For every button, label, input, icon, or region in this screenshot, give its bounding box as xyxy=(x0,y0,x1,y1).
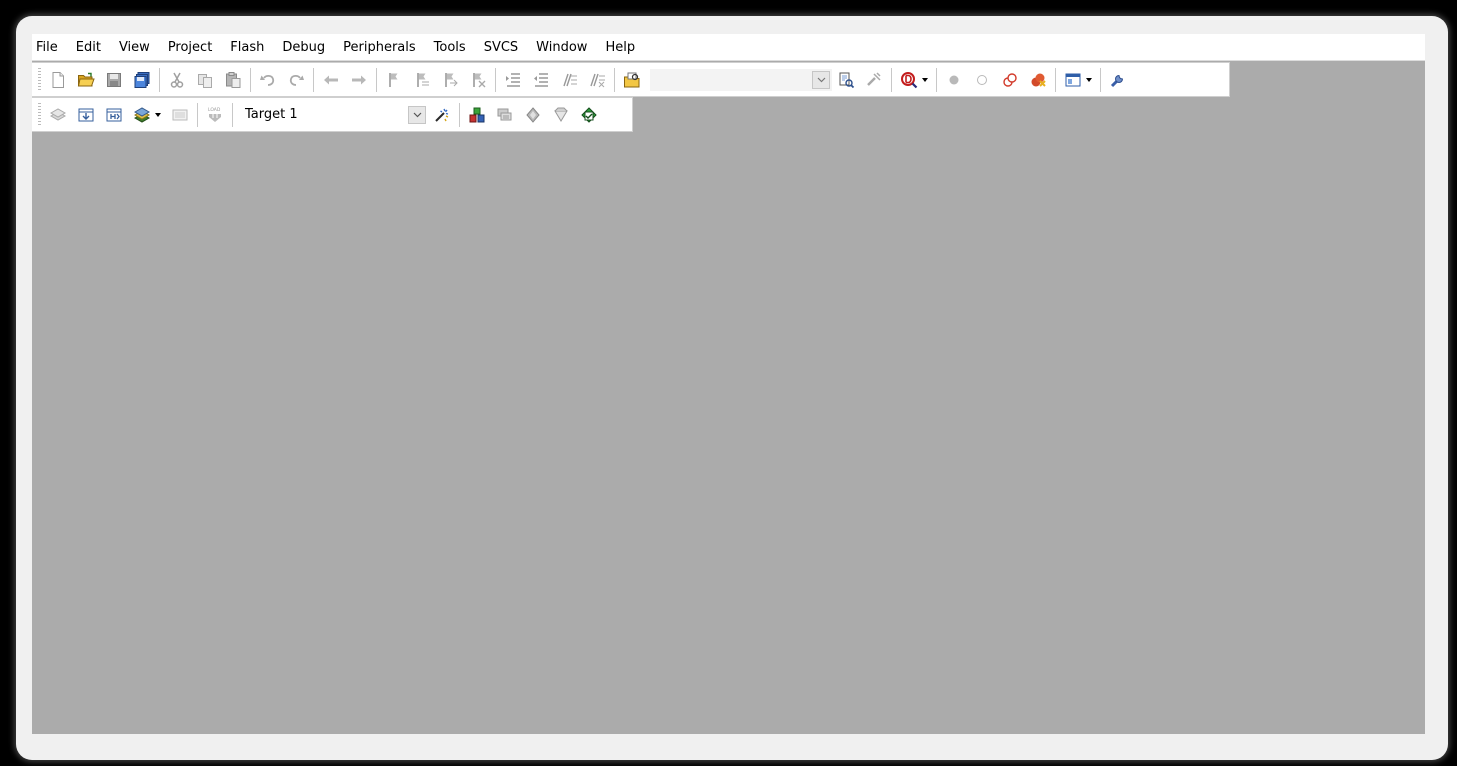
toolbar-separator xyxy=(313,67,314,92)
svg-text:LOAD: LOAD xyxy=(208,107,221,113)
translate-icon[interactable] xyxy=(44,102,72,128)
configure-icon[interactable] xyxy=(1104,67,1132,93)
toolbar-separator xyxy=(197,102,198,127)
build-toolbar: LOAD Target 1 xyxy=(32,97,633,132)
main-client-area: File Edit View Project Flash Debug Perip… xyxy=(32,34,1425,734)
kill-breakpoints-icon[interactable] xyxy=(1024,67,1052,93)
find-in-files-icon[interactable] xyxy=(618,67,646,93)
breakpoint-icon[interactable] xyxy=(940,67,968,93)
disable-breakpoint-icon[interactable] xyxy=(968,67,996,93)
toolbar-separator xyxy=(936,67,937,92)
prev-bookmark-icon[interactable] xyxy=(408,67,436,93)
pack-installer-icon[interactable] xyxy=(519,102,547,128)
batch-build-icon[interactable] xyxy=(128,102,166,128)
chevron-down-icon[interactable] xyxy=(812,70,830,89)
disable-all-breakpoints-icon[interactable] xyxy=(996,67,1024,93)
toolbar-separator xyxy=(1100,67,1101,92)
toolbar-separator xyxy=(1055,67,1056,92)
toolbar-grip[interactable] xyxy=(38,67,41,92)
target-options-icon[interactable] xyxy=(428,102,456,128)
menu-debug[interactable]: Debug xyxy=(273,40,334,55)
menu-edit[interactable]: Edit xyxy=(67,40,110,55)
toolbar-separator xyxy=(232,102,233,127)
unindent-icon[interactable] xyxy=(527,67,555,93)
clear-bookmarks-icon[interactable] xyxy=(464,67,492,93)
next-bookmark-icon[interactable] xyxy=(436,67,464,93)
undo-icon[interactable] xyxy=(254,67,282,93)
app-window: File Edit View Project Flash Debug Perip… xyxy=(16,16,1448,760)
toolbar-separator xyxy=(159,67,160,92)
redo-icon[interactable] xyxy=(282,67,310,93)
menu-project[interactable]: Project xyxy=(159,40,221,55)
menu-svcs[interactable]: SVCS xyxy=(475,40,527,55)
bookmark-icon[interactable] xyxy=(380,67,408,93)
event-recorder-icon[interactable] xyxy=(547,102,575,128)
find-icon[interactable] xyxy=(832,67,860,93)
open-folder-icon[interactable] xyxy=(72,67,100,93)
chevron-down-icon[interactable] xyxy=(155,112,161,117)
rebuild-icon[interactable] xyxy=(100,102,128,128)
toolbar-grip[interactable] xyxy=(38,102,41,127)
menu-peripherals[interactable]: Peripherals xyxy=(334,40,425,55)
save-all-icon[interactable] xyxy=(128,67,156,93)
menu-view[interactable]: View xyxy=(110,40,159,55)
chevron-down-icon[interactable] xyxy=(922,77,928,82)
new-file-icon[interactable] xyxy=(44,67,72,93)
select-packs-icon[interactable] xyxy=(491,102,519,128)
copy-icon[interactable] xyxy=(191,67,219,93)
window-layout-icon[interactable] xyxy=(1059,67,1097,93)
menu-tools[interactable]: Tools xyxy=(425,40,475,55)
comment-icon[interactable] xyxy=(555,67,583,93)
navigate-back-icon[interactable] xyxy=(317,67,345,93)
cut-icon[interactable] xyxy=(163,67,191,93)
save-icon[interactable] xyxy=(100,67,128,93)
find-combo[interactable] xyxy=(650,68,832,91)
menu-bar: File Edit View Project Flash Debug Perip… xyxy=(32,34,1425,61)
menu-file[interactable]: File xyxy=(36,40,67,55)
chevron-down-icon[interactable] xyxy=(1086,77,1092,82)
target-select-value: Target 1 xyxy=(245,107,298,122)
download-icon[interactable]: LOAD xyxy=(201,102,229,128)
toolbar-separator xyxy=(376,67,377,92)
target-select[interactable]: Target 1 xyxy=(238,103,428,126)
stop-build-icon[interactable] xyxy=(166,102,194,128)
manage-components-icon[interactable] xyxy=(463,102,491,128)
paste-icon[interactable] xyxy=(219,67,247,93)
indent-icon[interactable] xyxy=(499,67,527,93)
menu-window[interactable]: Window xyxy=(527,40,596,55)
toolbar-separator xyxy=(250,67,251,92)
navigate-forward-icon[interactable] xyxy=(345,67,373,93)
toolbar-separator xyxy=(614,67,615,92)
manage-environment-icon[interactable] xyxy=(575,102,603,128)
debug-session-icon[interactable] xyxy=(895,67,933,93)
toolbar-separator xyxy=(459,102,460,127)
menu-flash[interactable]: Flash xyxy=(221,40,273,55)
toolbar-separator xyxy=(495,67,496,92)
incremental-find-icon[interactable] xyxy=(860,67,888,93)
file-toolbar xyxy=(32,62,1230,97)
toolbar-separator xyxy=(891,67,892,92)
uncomment-icon[interactable] xyxy=(583,67,611,93)
build-icon[interactable] xyxy=(72,102,100,128)
menu-help[interactable]: Help xyxy=(596,40,644,55)
chevron-down-icon[interactable] xyxy=(408,105,426,124)
